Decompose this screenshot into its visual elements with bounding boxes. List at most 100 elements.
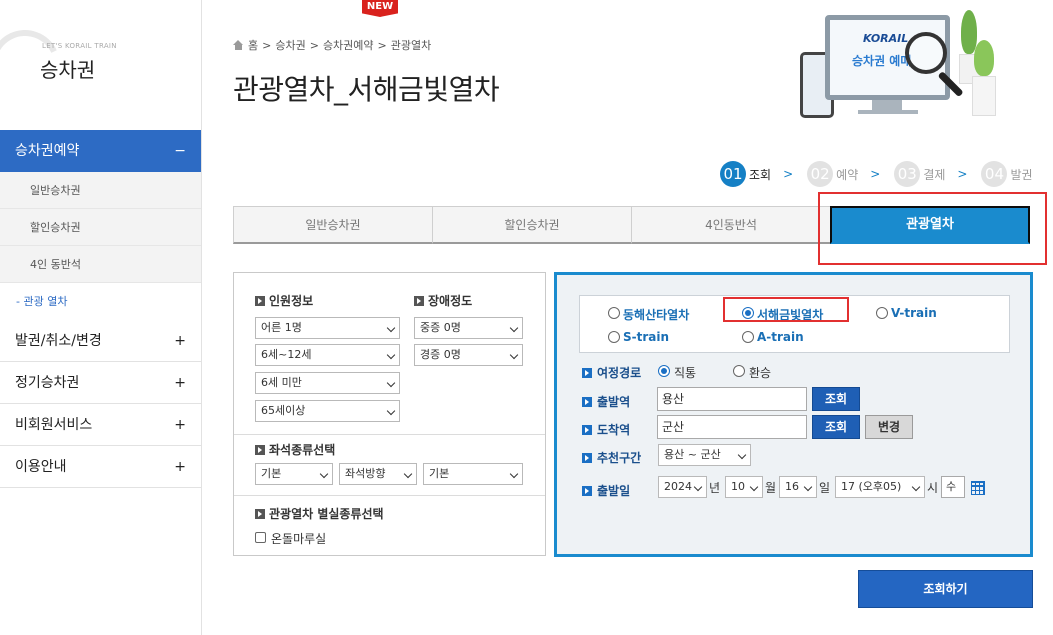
expand-icon: + <box>174 417 186 433</box>
promo-text: 승차권 예매 <box>852 54 912 68</box>
section-title: 장애정도 <box>428 294 473 308</box>
menu-label: 비회원서비스 <box>15 417 93 433</box>
arrow-bullet-icon <box>582 452 592 463</box>
mild-disability-select[interactable]: 경증 0명 <box>414 344 523 366</box>
field-label-text: 출발역 <box>597 395 631 409</box>
step-number: 01 <box>720 161 746 187</box>
hour-unit: 시 <box>927 481 939 495</box>
chevron-right-icon: > <box>870 167 881 181</box>
ondol-room-checkbox[interactable] <box>255 532 266 543</box>
arrival-station-input[interactable]: 군산 <box>657 415 807 439</box>
month-select[interactable]: 10 <box>725 476 763 498</box>
step-label: 조회 <box>749 167 772 182</box>
step-payment: 03 결제 <box>894 161 945 187</box>
day-unit: 일 <box>819 481 831 495</box>
breadcrumb-current: 관광열차 <box>390 39 432 52</box>
sub-item-four-person-seat[interactable]: 4인 동반석 <box>0 246 201 283</box>
expand-icon: + <box>174 459 186 475</box>
seat-position-select[interactable]: 기본 <box>423 463 523 485</box>
search-button[interactable]: 조회하기 <box>858 570 1033 608</box>
ondol-room-label: 온돌마루실 <box>271 532 327 546</box>
recommended-route-select[interactable]: 용산 ~ 군산 <box>658 444 751 466</box>
step-label: 예약 <box>836 167 859 182</box>
logo-tagline: LET'S KORAIL TRAIN <box>42 42 117 50</box>
logo-title: 승차권 <box>40 58 96 82</box>
radio-s-train[interactable] <box>608 331 620 343</box>
day-select[interactable]: 16 <box>779 476 817 498</box>
direct-label: 직통 <box>674 366 697 380</box>
expand-icon: + <box>174 333 186 349</box>
calendar-icon[interactable] <box>971 481 985 495</box>
menu-label: 정기승차권 <box>15 375 80 391</box>
year-select[interactable]: 2024 <box>658 476 707 498</box>
menu-issue-cancel-change[interactable]: 발권/취소/변경 + <box>0 320 201 362</box>
radio-transfer[interactable] <box>733 365 745 377</box>
menu-ticket-reservation[interactable]: 승차권예약 − <box>0 130 201 172</box>
field-label-text: 여정경로 <box>597 366 642 380</box>
tab-discount-ticket[interactable]: 할인승차권 <box>432 206 632 244</box>
plant-icon <box>970 40 998 116</box>
infant-count-select[interactable]: 6세 미만 <box>255 372 400 394</box>
weekday-field: 수 <box>941 476 965 498</box>
menu-label: 승차권예약 <box>15 143 80 159</box>
breadcrumb-home[interactable]: 홈 <box>248 37 258 53</box>
radio-label: S-train <box>623 330 670 344</box>
menu-season-ticket[interactable]: 정기승차권 + <box>0 362 201 404</box>
sub-item-regular-ticket[interactable]: 일반승차권 <box>0 172 201 209</box>
sidebar: LET'S KORAIL TRAIN 승차권 승차권예약 − 일반승차권 할인승… <box>0 0 202 635</box>
highlight-box <box>818 192 1047 265</box>
adult-count-select[interactable]: 어른 1명 <box>255 317 400 339</box>
sub-item-tourist-train[interactable]: 관광 열차 <box>0 283 201 320</box>
menu-usage-guide[interactable]: 이용안내 + <box>0 446 201 488</box>
breadcrumb-reservation[interactable]: 승차권예약 <box>323 37 374 53</box>
transfer-label: 환승 <box>749 366 772 380</box>
severe-disability-select[interactable]: 중증 0명 <box>414 317 523 339</box>
home-icon[interactable] <box>233 40 244 50</box>
senior-count-select[interactable]: 65세이상 <box>255 400 400 422</box>
page-title: 관광열차_서해금빛열차 <box>233 73 500 106</box>
arrival-search-button[interactable]: 조회 <box>812 415 860 439</box>
step-reservation: 02 예약 <box>807 161 858 187</box>
month-unit: 월 <box>765 481 777 495</box>
new-badge: NEW <box>362 0 398 17</box>
section-title: 인원정보 <box>269 294 314 308</box>
step-issue: 04 발권 <box>981 161 1033 187</box>
departure-search-button[interactable]: 조회 <box>812 387 860 411</box>
divider <box>234 434 545 435</box>
korail-logo: KORAIL <box>863 32 909 45</box>
sub-item-discount-ticket[interactable]: 할인승차권 <box>0 209 201 246</box>
seat-type-select[interactable]: 기본 <box>255 463 333 485</box>
section-passenger: 인원정보 <box>255 292 313 309</box>
radio-direct[interactable] <box>658 365 670 377</box>
collapse-icon: − <box>174 143 186 159</box>
tab-four-person-seat[interactable]: 4인동반석 <box>631 206 831 244</box>
arrow-bullet-icon <box>582 485 592 496</box>
tab-regular-ticket[interactable]: 일반승차권 <box>233 206 433 244</box>
section-room-type: 관광열차 별실종류선택 <box>255 505 384 522</box>
divider <box>234 495 545 496</box>
child-count-select[interactable]: 6세~12세 <box>255 344 400 366</box>
arrow-bullet-icon <box>582 367 592 378</box>
departure-label: 출발역 <box>582 393 630 410</box>
menu-nonmember-service[interactable]: 비회원서비스 + <box>0 404 201 446</box>
radio-donghae-santa[interactable] <box>608 307 620 319</box>
section-title: 관광열차 별실종류선택 <box>269 507 384 521</box>
seat-direction-select[interactable]: 좌석방향 <box>339 463 417 485</box>
swap-stations-button[interactable]: 변경 <box>865 415 913 439</box>
departure-station-input[interactable]: 용산 <box>657 387 807 411</box>
monitor-base <box>858 110 918 114</box>
expand-icon: + <box>174 375 186 391</box>
radio-label: A-train <box>757 330 804 344</box>
step-number: 03 <box>894 161 921 187</box>
step-number: 04 <box>981 161 1008 187</box>
radio-v-train[interactable] <box>876 307 888 319</box>
hour-select[interactable]: 17 (오후05) <box>835 476 925 498</box>
chevron-right-icon: > <box>957 167 968 181</box>
breadcrumb-separator: > <box>309 38 319 52</box>
radio-a-train[interactable] <box>742 331 754 343</box>
arrival-label: 도착역 <box>582 421 630 438</box>
date-label: 출발일 <box>582 482 630 499</box>
section-disability: 장애정도 <box>414 292 472 309</box>
year-unit: 년 <box>709 481 721 495</box>
breadcrumb-ticket[interactable]: 승차권 <box>275 37 305 53</box>
